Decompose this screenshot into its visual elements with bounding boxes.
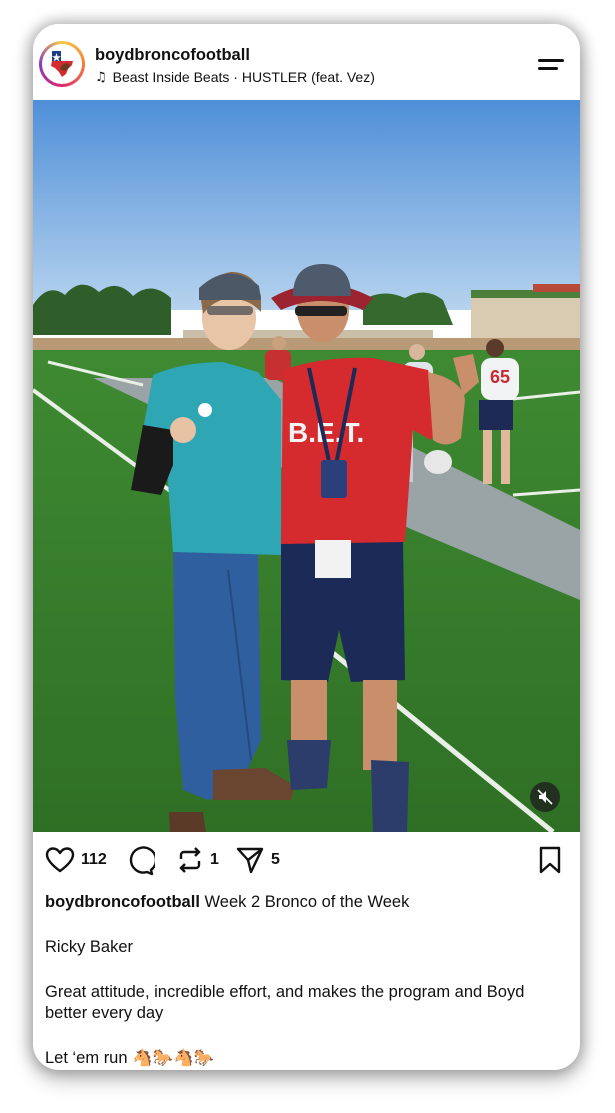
heart-icon[interactable] [45,846,75,874]
mute-button[interactable] [530,782,560,812]
caption-closing: Let ‘em run 🐴🐎🐴🐎 [45,1049,215,1067]
texas-star-logo-icon [51,51,73,77]
svg-text:65: 65 [490,367,510,387]
caption-name: Ricky Baker [45,938,134,956]
music-note-icon: ♫ [95,69,107,85]
like-count: 112 [81,851,107,868]
username[interactable]: boydbroncofootball [95,46,250,65]
bookmark-icon[interactable] [538,846,562,874]
caption: boydbroncofootball Week 2 Bronco of the … [45,892,565,1069]
caption-username[interactable]: boydbroncofootball [45,893,200,911]
photo-scene: 65 B.E.T. [33,100,580,832]
avatar-inner [42,44,82,84]
post-photo[interactable]: 65 B.E.T. [33,100,580,832]
audio-track[interactable]: ♫ Beast Inside Beats · HUSTLER (feat. Ve… [95,69,375,85]
caption-headline: Week 2 Bronco of the Week [204,893,410,911]
caption-headline-line: boydbroncofootball Week 2 Bronco of the … [45,892,565,913]
speaker-muted-icon [537,789,553,805]
share-action[interactable]: 5 [235,846,280,874]
menu-icon[interactable] [538,56,566,74]
repost-icon[interactable] [176,846,204,874]
post-card: boydbroncofootball ♫ Beast Inside Beats … [33,24,580,1070]
like-action[interactable]: 112 [45,846,107,874]
caption-body: Great attitude, incredible effort, and m… [45,983,525,1022]
repost-count: 1 [210,851,219,868]
avatar[interactable] [39,41,85,87]
post-header: boydbroncofootball ♫ Beast Inside Beats … [33,24,580,100]
share-count: 5 [271,851,280,868]
share-icon[interactable] [235,846,265,874]
comment-action[interactable] [125,846,155,876]
comment-icon[interactable] [125,846,155,876]
bookmark-action[interactable] [538,846,562,874]
audio-track-label: Beast Inside Beats · HUSTLER (feat. Vez) [112,69,375,85]
action-bar: 112 1 5 [33,832,580,890]
repost-action[interactable]: 1 [176,846,219,874]
